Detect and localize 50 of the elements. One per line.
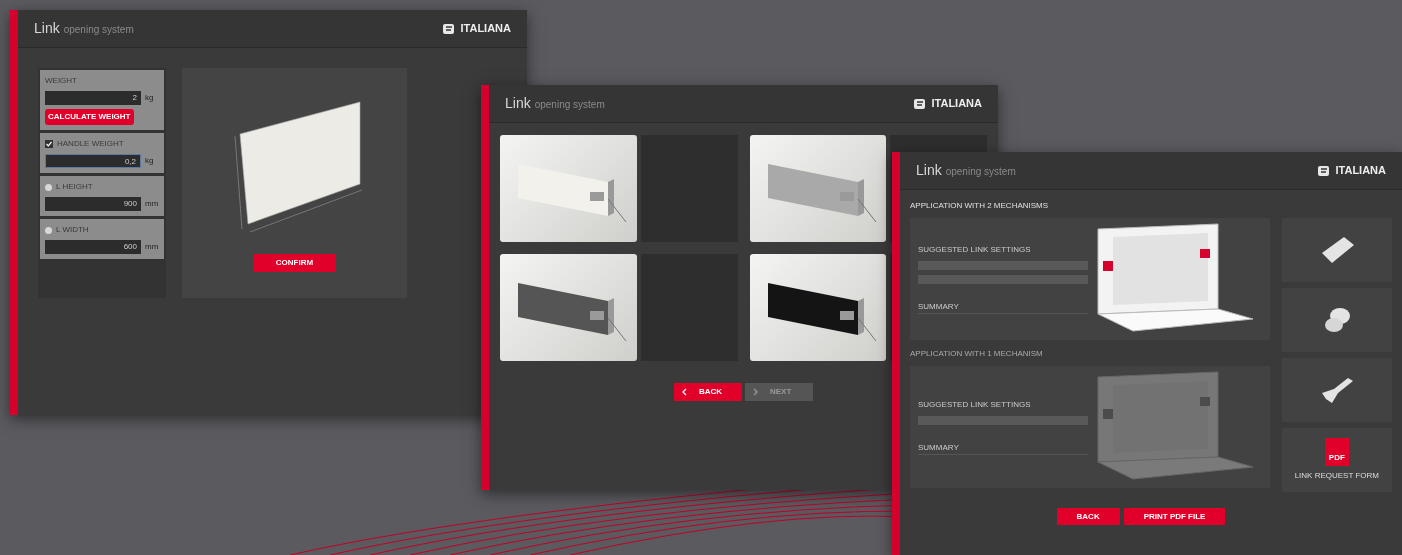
logo-icon bbox=[442, 21, 457, 36]
confirm-button[interactable]: CONFIRM bbox=[253, 254, 336, 272]
logo-icon bbox=[913, 96, 928, 111]
field-label: WEIGHT bbox=[45, 75, 77, 87]
number-field[interactable]: 2 bbox=[45, 91, 141, 105]
unit-label: mm bbox=[145, 198, 159, 210]
summary-label: SUMMARY bbox=[918, 301, 1088, 314]
finish-tile[interactable] bbox=[500, 254, 637, 361]
finish-tile[interactable] bbox=[749, 135, 887, 242]
radio-button[interactable] bbox=[45, 226, 52, 234]
app-title: Link bbox=[916, 161, 942, 180]
logo-text: ITALIANA bbox=[1335, 163, 1386, 179]
logo-text: ITALIANA bbox=[931, 96, 982, 112]
unit-label: mm bbox=[145, 241, 159, 253]
settings-label: SUGGESTED LINK SETTINGS bbox=[918, 244, 1032, 256]
app-title: Link bbox=[34, 19, 60, 38]
logo-text: ITALIANA bbox=[460, 21, 511, 37]
checkbox[interactable] bbox=[45, 140, 53, 148]
finish-tile[interactable] bbox=[500, 135, 637, 242]
calculate-button[interactable]: CALCULATE WEIGHT bbox=[45, 109, 134, 125]
app-subtitle: opening system bbox=[945, 165, 1016, 179]
app-subtitle: opening system bbox=[534, 98, 605, 112]
number-field[interactable]: 600 bbox=[45, 240, 141, 254]
logo-icon bbox=[1317, 163, 1332, 178]
chevron-left-icon bbox=[682, 388, 687, 396]
summary-label: SUMMARY bbox=[918, 442, 1088, 455]
app-subtitle: opening system bbox=[63, 23, 134, 37]
field-label: L WIDTH bbox=[56, 224, 89, 236]
unit-label: kg bbox=[145, 155, 155, 167]
action-button[interactable]: PRINT PDF FILE bbox=[1123, 508, 1226, 525]
settings-label: SUGGESTED LINK SETTINGS bbox=[918, 399, 1032, 411]
field-label: HANDLE WEIGHT bbox=[57, 138, 124, 150]
section-title: APPLICATION WITH 2 MECHANISMS bbox=[910, 200, 1050, 212]
radio-button[interactable] bbox=[45, 183, 52, 191]
download-card[interactable] bbox=[1281, 288, 1392, 352]
download-card[interactable] bbox=[1281, 358, 1392, 422]
download-card[interactable]: PDF LINK REQUEST FORM bbox=[1281, 428, 1392, 492]
unit-label: kg bbox=[145, 92, 155, 104]
chevron-right-icon bbox=[753, 388, 758, 396]
pdf-file-icon: PDF bbox=[1324, 438, 1349, 466]
finish-tile[interactable] bbox=[749, 254, 887, 361]
number-field[interactable]: 0,2 bbox=[45, 154, 141, 168]
download-card[interactable] bbox=[1281, 218, 1392, 282]
card-label: LINK REQUEST FORM bbox=[1294, 470, 1379, 482]
nav-button[interactable]: BACK bbox=[674, 383, 742, 401]
section-title: APPLICATION WITH 1 MECHANISM bbox=[910, 348, 1044, 360]
action-button[interactable]: BACK bbox=[1056, 508, 1120, 525]
field-label: L HEIGHT bbox=[56, 181, 93, 193]
app-title: Link bbox=[505, 94, 531, 113]
number-field[interactable]: 900 bbox=[45, 197, 141, 211]
